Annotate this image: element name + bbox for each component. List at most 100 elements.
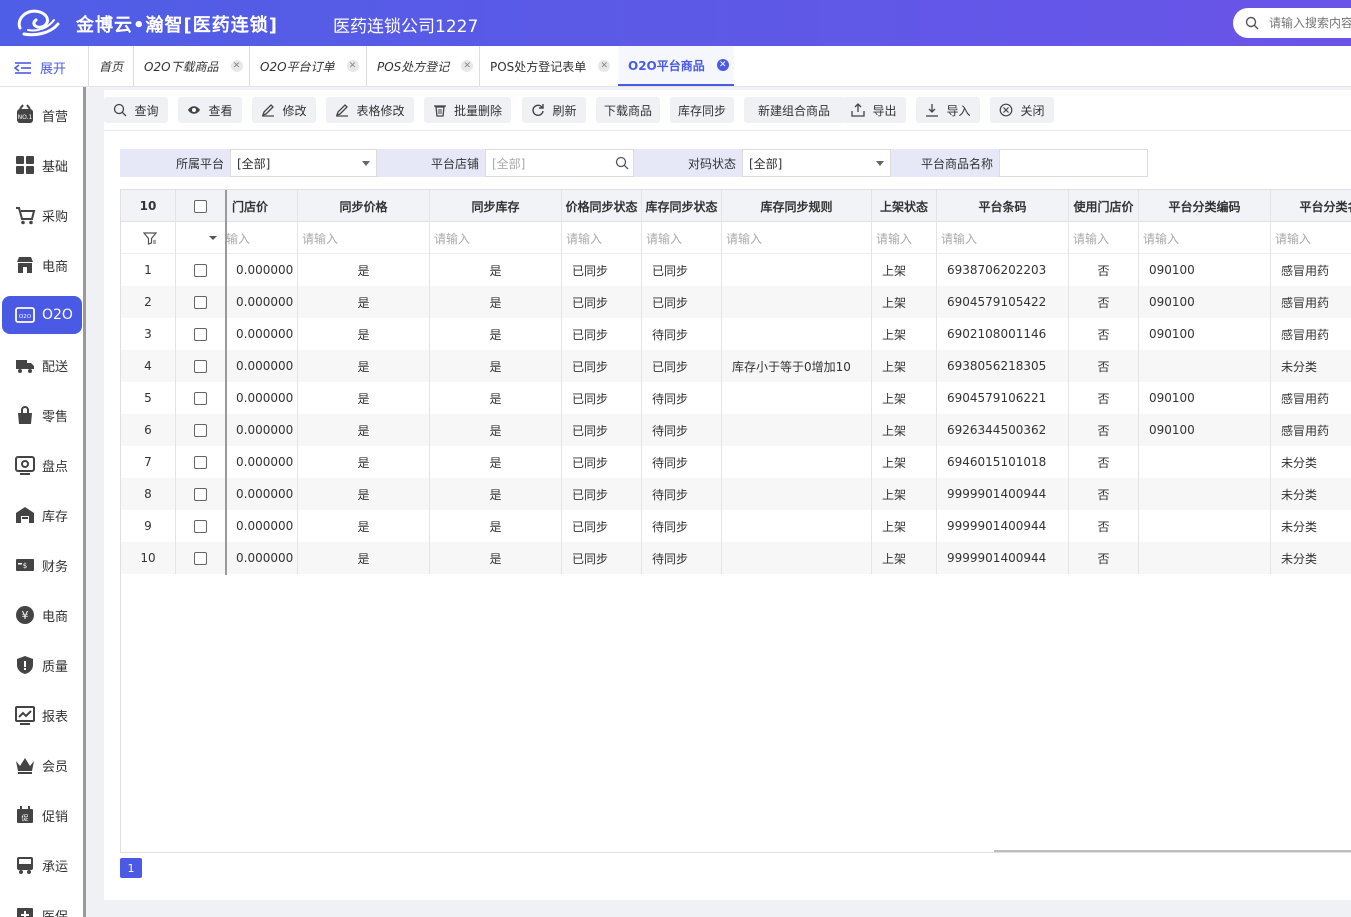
expand-button[interactable]: 展开 bbox=[14, 58, 66, 77]
toolbar-button-10[interactable]: 导出 bbox=[842, 97, 906, 123]
pagination-page[interactable]: 1 bbox=[120, 858, 142, 878]
table-row[interactable]: 2 0.000000 是是已同步 已同步 上架 6904579105422 否 090100 感… bbox=[121, 286, 1351, 318]
column-header[interactable]: 门店价 bbox=[226, 190, 298, 222]
row-checkbox[interactable] bbox=[194, 327, 207, 341]
sidebar-item-6[interactable]: 配送 bbox=[2, 346, 82, 384]
sidebar-item-9[interactable]: 库存 bbox=[2, 496, 82, 534]
close-icon[interactable]: ✕ bbox=[230, 60, 243, 72]
data-grid: 10 门店价 同步价格 同步库存 价格同步状态 库存同步状态 库存同步规则 上架状态 平台条码使… bbox=[120, 189, 1351, 853]
column-filter-input[interactable]: 请输入 bbox=[722, 222, 872, 254]
toolbar-button-label: 导入 bbox=[946, 103, 971, 118]
column-filter-input[interactable]: 输入 bbox=[226, 222, 298, 254]
table-row[interactable]: 7 0.000000 是是已同步 待同步 上架 6946015101018 否未分类 bbox=[121, 446, 1351, 478]
toolbar-button-9[interactable]: 新建组合商品 bbox=[744, 97, 844, 123]
toolbar-button-8[interactable]: 库存同步 bbox=[670, 97, 734, 123]
row-checkbox[interactable] bbox=[194, 487, 207, 501]
row-checkbox[interactable] bbox=[194, 455, 207, 469]
row-checkbox[interactable] bbox=[194, 423, 207, 437]
table-row[interactable]: 1 0.000000 是是已同步 已同步 上架 6938706202203 否 090100 感… bbox=[121, 254, 1351, 286]
platform-select[interactable]: [全部] bbox=[230, 149, 377, 177]
sidebar-item-7[interactable]: 零售 bbox=[2, 396, 82, 434]
sidebar-item-14[interactable]: 会员 bbox=[2, 746, 82, 784]
toolbar-button-3[interactable]: 修改 bbox=[252, 97, 316, 123]
column-header[interactable]: 库存同步规则 bbox=[722, 190, 872, 222]
sidebar-item-13[interactable]: 报表 bbox=[2, 696, 82, 734]
column-filter-input[interactable]: 请输入 bbox=[1069, 222, 1139, 254]
sidebar-item-16[interactable]: 承运 bbox=[2, 846, 82, 884]
table-row[interactable]: 5 0.000000 是是已同步 待同步 上架 6904579106221 否 090100 感… bbox=[121, 382, 1351, 414]
filter-icon[interactable] bbox=[143, 231, 157, 245]
tab-o2o-orders[interactable]: O2O平台订单 ✕ bbox=[249, 46, 366, 86]
table-row[interactable]: 8 0.000000 是是已同步 待同步 上架 9999901400944 否未分类 bbox=[121, 478, 1351, 510]
close-icon[interactable]: ✕ bbox=[461, 60, 474, 72]
table-row[interactable]: 9 0.000000 是是已同步 待同步 上架 9999901400944 否未分类 bbox=[121, 510, 1351, 542]
table-row[interactable]: 6 0.000000 是是已同步 待同步 上架 6926344500362 否 090100 感… bbox=[121, 414, 1351, 446]
column-filter-input[interactable]: 请输入 bbox=[937, 222, 1069, 254]
column-filter-input[interactable]: 请输入 bbox=[562, 222, 642, 254]
close-icon[interactable]: ✕ bbox=[716, 59, 729, 71]
tab-pos-rx-form[interactable]: POS处方登记表单 ✕ bbox=[479, 46, 618, 86]
filter-cell[interactable] bbox=[121, 222, 176, 254]
column-header[interactable]: 使用门店价 bbox=[1069, 190, 1139, 222]
column-filter-input[interactable]: 请输入 bbox=[1139, 222, 1271, 254]
table-row[interactable]: 10 0.000000 是是已同步 待同步 上架 9999901400944 否未分类 bbox=[121, 542, 1351, 574]
match-status-select[interactable]: [全部] bbox=[742, 149, 891, 177]
cell-sync-price: 是 bbox=[298, 446, 430, 478]
column-header[interactable]: 平台分类编码 bbox=[1139, 190, 1271, 222]
sidebar-item-2[interactable]: 基础 bbox=[2, 146, 82, 184]
column-header[interactable]: 价格同步状态 bbox=[562, 190, 642, 222]
tab-home[interactable]: 首页 bbox=[88, 46, 133, 86]
row-checkbox[interactable] bbox=[194, 551, 207, 565]
sidebar-item-15[interactable]: 促 促销 bbox=[2, 796, 82, 834]
filter-cell[interactable] bbox=[176, 222, 226, 254]
toolbar-button-4[interactable]: 表格修改 bbox=[326, 97, 414, 123]
toolbar-button-5[interactable]: 批量删除 bbox=[424, 97, 511, 123]
sidebar-item-8[interactable]: 盘点 bbox=[2, 446, 82, 484]
toolbar-button-1[interactable]: 查询 bbox=[104, 97, 168, 123]
sidebar-item-4[interactable]: 电商 bbox=[2, 246, 82, 284]
select-all-checkbox[interactable] bbox=[194, 199, 207, 213]
column-header[interactable]: 上架状态 bbox=[872, 190, 937, 222]
tab-pos-rx[interactable]: POS处方登记 ✕ bbox=[366, 46, 479, 86]
row-checkbox[interactable] bbox=[194, 359, 207, 373]
sidebar-item-11[interactable]: ¥ 电商 bbox=[2, 596, 82, 634]
row-checkbox[interactable] bbox=[194, 263, 207, 277]
column-filter-input[interactable]: 请输入 bbox=[642, 222, 722, 254]
sidebar-item-17[interactable]: 医保 bbox=[2, 896, 82, 917]
global-search-input[interactable] bbox=[1269, 16, 1351, 30]
column-header[interactable]: 同步库存 bbox=[430, 190, 562, 222]
row-checkbox[interactable] bbox=[194, 519, 207, 533]
toolbar-button-12[interactable]: 关闭 bbox=[990, 97, 1054, 123]
column-filter-input[interactable]: 请输入 bbox=[430, 222, 562, 254]
store-picker[interactable]: [全部] bbox=[485, 149, 634, 177]
column-header[interactable]: 平台条码 bbox=[937, 190, 1069, 222]
sidebar-item-12[interactable]: 质量 bbox=[2, 646, 82, 684]
sidebar-item-5[interactable]: O2O O2O bbox=[2, 296, 82, 334]
toolbar-button-6[interactable]: 刷新 bbox=[522, 97, 586, 123]
sidebar-item-3[interactable]: 采购 bbox=[2, 196, 82, 234]
global-search[interactable] bbox=[1233, 8, 1351, 38]
row-checkbox[interactable] bbox=[194, 391, 207, 405]
row-checkbox[interactable] bbox=[194, 295, 207, 309]
column-filter-input[interactable]: 请输入 bbox=[872, 222, 937, 254]
table-row[interactable]: 3 0.000000 是是已同步 待同步 上架 6902108001146 否 090100 感… bbox=[121, 318, 1351, 350]
sidebar-item-10[interactable]: $ 财务 bbox=[2, 546, 82, 584]
column-header[interactable]: 同步价格 bbox=[298, 190, 430, 222]
column-header[interactable]: 库存同步状态 bbox=[642, 190, 722, 222]
search-icon[interactable] bbox=[615, 156, 629, 170]
toolbar-button-2[interactable]: 查看 bbox=[178, 97, 242, 123]
toolbar-button-11[interactable]: 导入 bbox=[916, 97, 980, 123]
column-header[interactable]: 平台分类名称 bbox=[1271, 190, 1351, 222]
column-filter-input[interactable]: 请输入 bbox=[298, 222, 430, 254]
table-row[interactable]: 4 0.000000 是是已同步 已同步 库存小于等于0增加10 上架 6938056218… bbox=[121, 350, 1351, 382]
sidebar-item-1[interactable]: NO.1 首营 bbox=[2, 96, 82, 134]
tab-o2o-download[interactable]: O2O下载商品 ✕ bbox=[133, 46, 249, 86]
product-name-input[interactable] bbox=[999, 149, 1148, 177]
horizontal-scrollbar[interactable] bbox=[994, 850, 1351, 852]
chevron-down-icon[interactable] bbox=[209, 236, 217, 240]
column-filter-input[interactable]: 请输入 bbox=[1271, 222, 1351, 254]
close-icon[interactable]: ✕ bbox=[346, 60, 359, 72]
close-icon[interactable]: ✕ bbox=[598, 60, 611, 72]
toolbar-button-7[interactable]: 下载商品 bbox=[596, 97, 660, 123]
tab-o2o-products[interactable]: O2O平台商品 ✕ bbox=[618, 46, 734, 86]
